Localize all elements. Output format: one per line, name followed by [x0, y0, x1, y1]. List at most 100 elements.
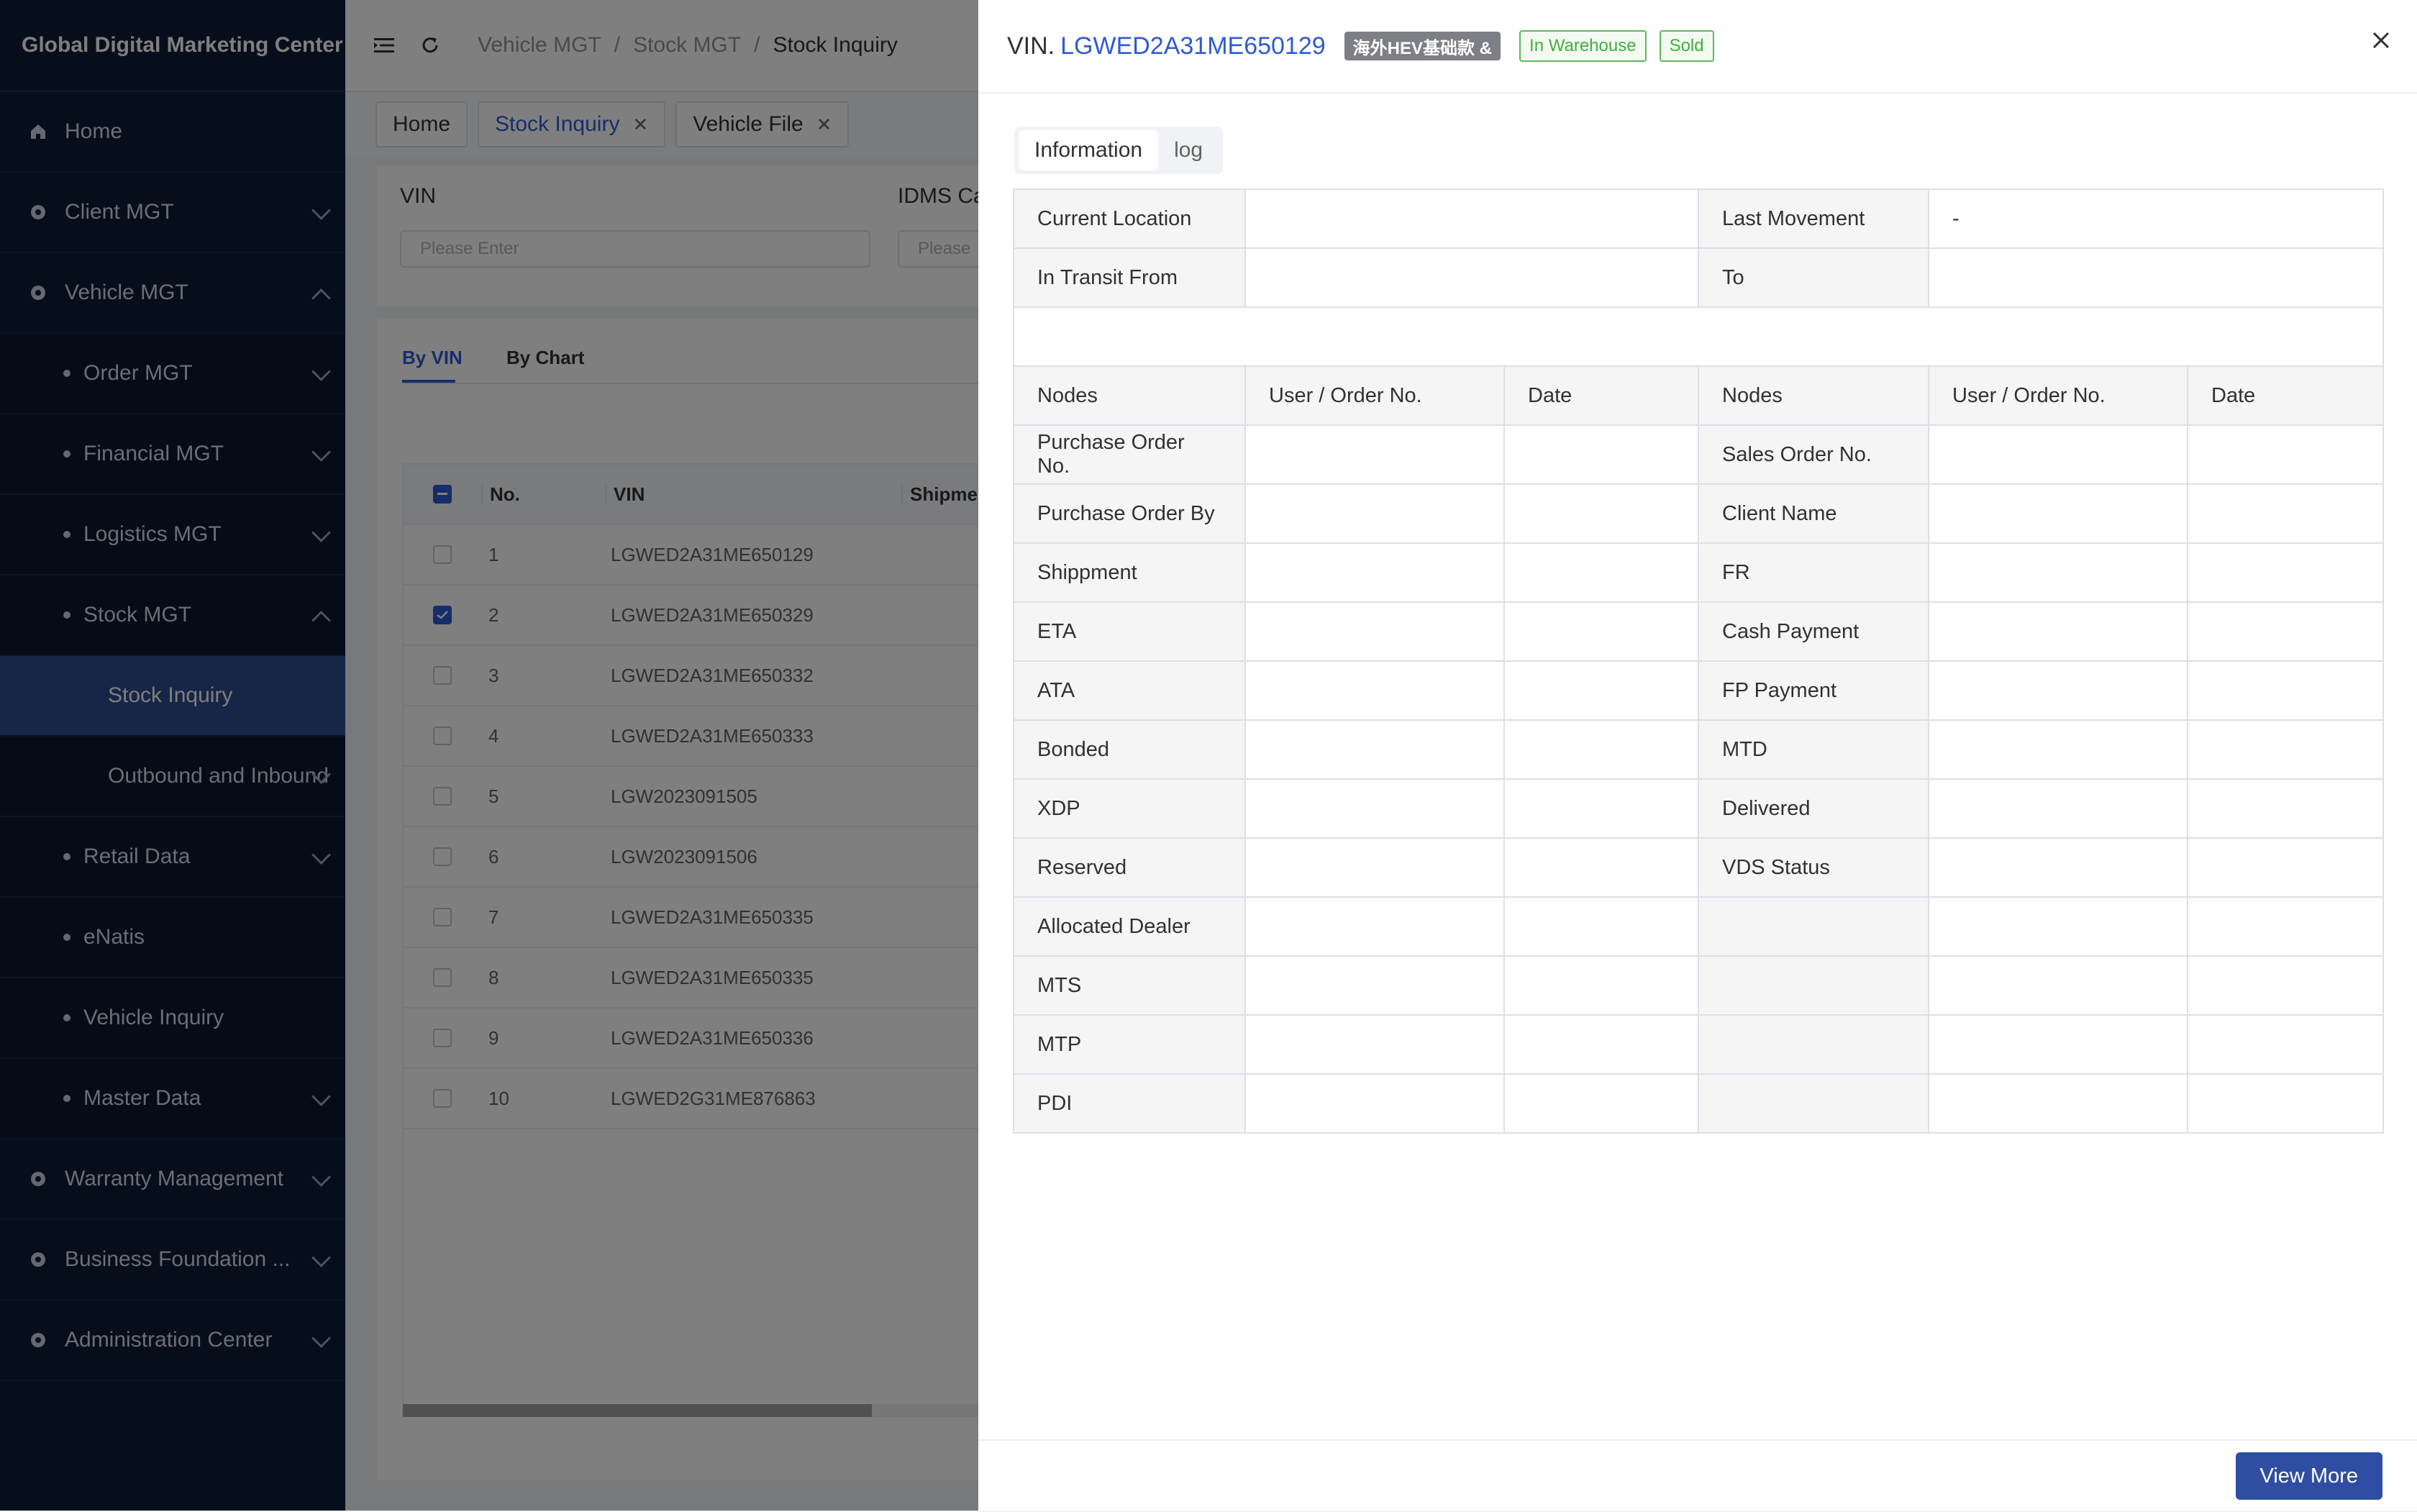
to-label: To [1698, 247, 1929, 308]
node-label: Delivered [1698, 778, 1929, 839]
nodes-header-row: Nodes User / Order No. Date Nodes User /… [1013, 365, 2385, 426]
table-row: Reserved VDS Status [1013, 837, 2385, 898]
node-label: XDP [1013, 778, 1246, 839]
table-row: PDI [1013, 1073, 2385, 1134]
node-date [1503, 1014, 1699, 1075]
node-label: Cash Payment [1698, 601, 1929, 662]
current-location-value [1244, 188, 1699, 249]
node-date [2186, 896, 2385, 957]
table-spacer-row [1012, 306, 2385, 367]
node-date [1503, 424, 1699, 485]
to-value [1927, 247, 2385, 308]
node-label-empty [1698, 896, 1929, 957]
node-date [1503, 837, 1699, 898]
column-header-user-order: User / Order No. [1244, 365, 1505, 426]
node-label: Shippment [1013, 542, 1246, 603]
table-row: Shippment FR [1013, 542, 2385, 603]
node-label-empty [1698, 1073, 1929, 1134]
node-value [1928, 778, 2188, 839]
node-label: Reserved [1013, 837, 1246, 898]
in-transit-from-label: In Transit From [1013, 247, 1246, 308]
node-value [1928, 896, 2188, 957]
node-date [2186, 955, 2385, 1016]
table-row: MTS [1013, 955, 2385, 1016]
node-date [1503, 660, 1699, 721]
column-header-nodes: Nodes [1013, 365, 1246, 426]
node-value [1928, 660, 2188, 721]
node-label: ETA [1013, 601, 1246, 662]
node-label: ATA [1013, 660, 1246, 721]
node-value [1244, 424, 1505, 485]
sold-badge: Sold [1659, 30, 1714, 62]
node-value [1928, 1014, 2188, 1075]
table-row: Allocated Dealer [1013, 896, 2385, 957]
column-header-user-order: User / Order No. [1928, 365, 2188, 426]
node-date [2186, 837, 2385, 898]
table-row: XDP Delivered [1013, 778, 2385, 839]
status-badge: In Warehouse [1519, 30, 1647, 62]
node-date [1503, 483, 1699, 544]
node-value [1928, 719, 2188, 780]
table-row: MTP [1013, 1014, 2385, 1075]
table-row: ETA Cash Payment [1013, 601, 2385, 662]
view-more-button[interactable]: View More [2235, 1452, 2382, 1500]
node-label: Bonded [1013, 719, 1246, 780]
table-row: ATA FP Payment [1013, 660, 2385, 721]
node-value [1244, 1014, 1505, 1075]
node-value [1928, 542, 2188, 603]
node-date [1503, 542, 1699, 603]
drawer-footer: View More [978, 1439, 2417, 1512]
node-value [1928, 483, 2188, 544]
node-label: FR [1698, 542, 1929, 603]
column-header-date: Date [1503, 365, 1699, 426]
node-label: Allocated Dealer [1013, 896, 1246, 957]
node-label: PDI [1013, 1073, 1246, 1134]
node-label: Purchase Order No. [1013, 424, 1246, 485]
node-value [1244, 955, 1505, 1016]
drawer-title: VIN. LGWED2A31ME650129 海外HEV基础款 & In War… [1007, 30, 1714, 62]
vin-prefix: VIN. [1007, 32, 1055, 60]
node-value [1928, 424, 2188, 485]
node-date [1503, 896, 1699, 957]
node-date [2186, 601, 2385, 662]
node-date [1503, 601, 1699, 662]
table-row: Bonded MTD [1013, 719, 2385, 780]
node-value [1928, 1073, 2188, 1134]
node-value [1244, 896, 1505, 957]
node-value [1928, 955, 2188, 1016]
tab-information[interactable]: Information [1019, 130, 1159, 170]
node-date [2186, 483, 2385, 544]
in-transit-from-value [1244, 247, 1699, 308]
vehicle-detail-drawer: VIN. LGWED2A31ME650129 海外HEV基础款 & In War… [978, 0, 2417, 1511]
node-date [2186, 719, 2385, 780]
node-label-empty [1698, 955, 1929, 1016]
detail-tabs: Information log [1014, 127, 1224, 174]
close-icon[interactable] [2367, 26, 2395, 55]
node-value [1928, 601, 2188, 662]
current-location-label: Current Location [1013, 188, 1246, 249]
node-value [1244, 1073, 1505, 1134]
node-label: Client Name [1698, 483, 1929, 544]
node-label: FP Payment [1698, 660, 1929, 721]
last-movement-value: - [1927, 188, 2385, 249]
tab-log[interactable]: log [1158, 130, 1219, 170]
table-row: Purchase Order No. Sales Order No. [1013, 424, 2385, 485]
node-date [2186, 778, 2385, 839]
node-date [1503, 719, 1699, 780]
drawer-header: VIN. LGWED2A31ME650129 海外HEV基础款 & In War… [978, 0, 2417, 94]
node-date [2186, 660, 2385, 721]
node-label: MTS [1013, 955, 1246, 1016]
node-value [1244, 719, 1505, 780]
model-badge: 海外HEV基础款 & [1344, 32, 1501, 60]
node-value [1928, 837, 2188, 898]
table-row: Current Location Last Movement - [1013, 188, 2385, 249]
node-value [1244, 601, 1505, 662]
spacer-cell [1012, 306, 2385, 367]
table-row: Purchase Order By Client Name [1013, 483, 2385, 544]
vin-value: LGWED2A31ME650129 [1060, 32, 1326, 60]
node-date [2186, 424, 2385, 485]
node-label: MTP [1013, 1014, 1246, 1075]
node-value [1244, 542, 1505, 603]
node-label: Sales Order No. [1698, 424, 1929, 485]
node-date [2186, 1014, 2385, 1075]
